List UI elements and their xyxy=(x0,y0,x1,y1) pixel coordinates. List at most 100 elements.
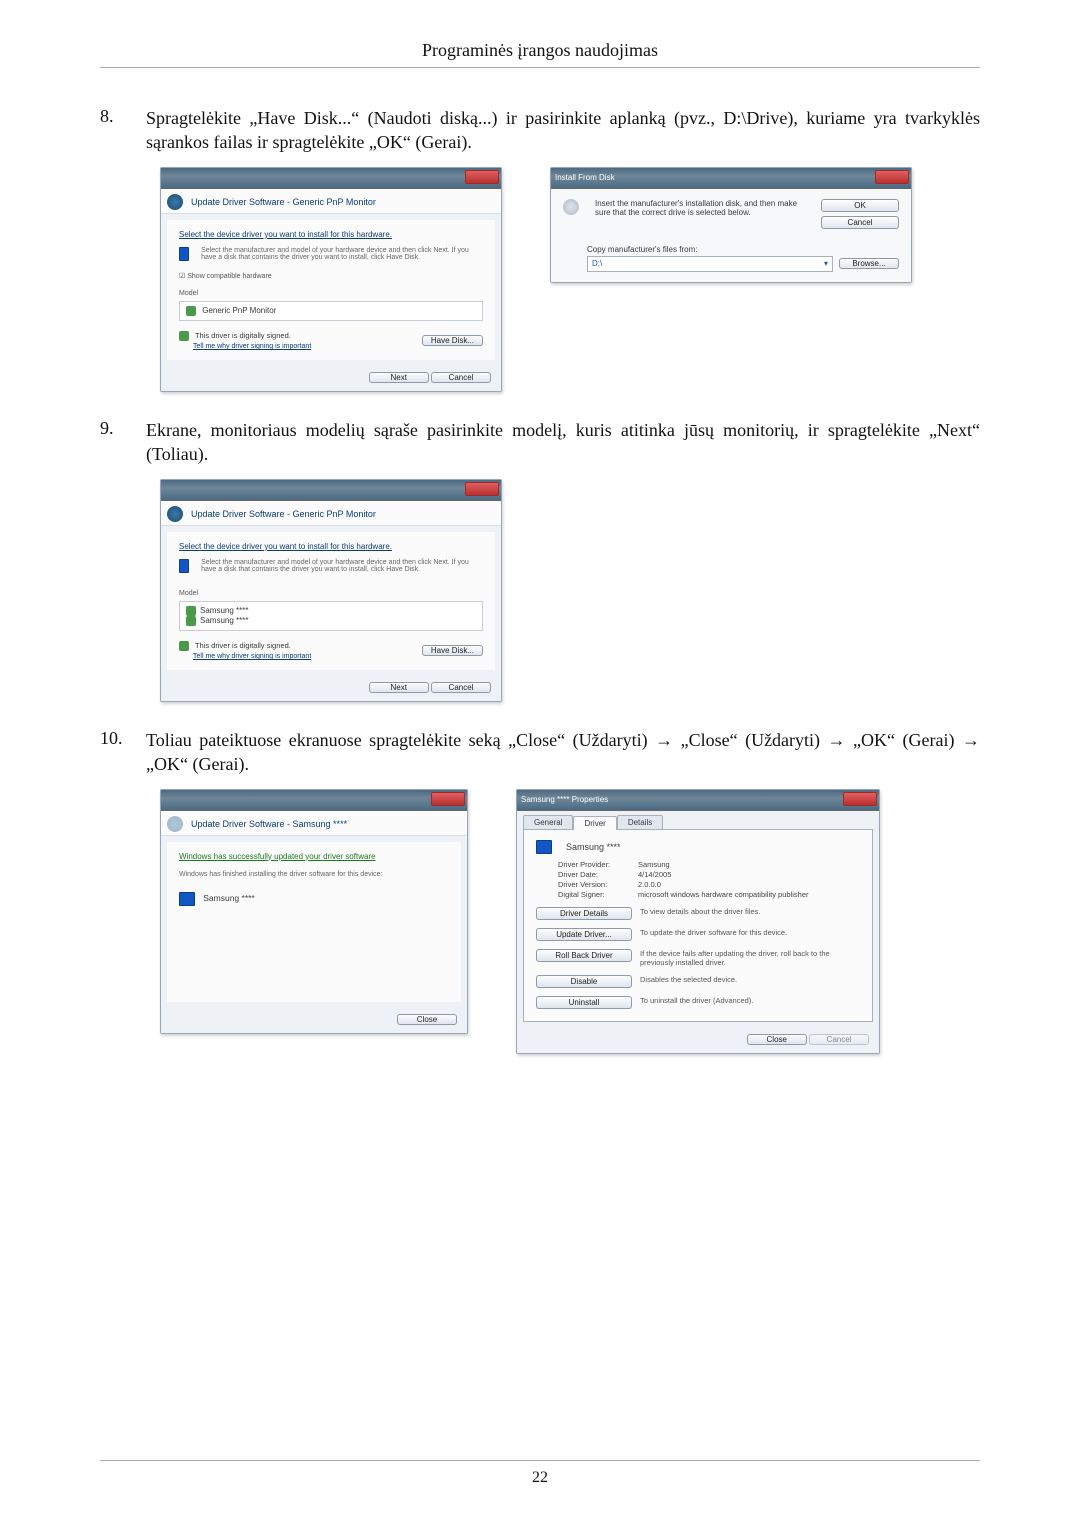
model-item[interactable]: Generic PnP Monitor xyxy=(202,306,276,315)
uninstall-desc: To uninstall the driver (Advanced). xyxy=(640,996,860,1005)
update-driver-desc: To update the driver software for this d… xyxy=(640,928,860,937)
have-disk-button[interactable]: Have Disk... xyxy=(422,335,483,346)
back-icon[interactable] xyxy=(167,816,183,832)
monitor-icon xyxy=(179,247,189,261)
cancel-button[interactable]: Cancel xyxy=(431,372,491,383)
model-list[interactable]: Samsung **** Samsung **** xyxy=(179,601,483,631)
close-icon[interactable] xyxy=(843,792,877,806)
model-item-2[interactable]: Samsung **** xyxy=(200,616,248,625)
update-driver-success: Update Driver Software - Samsung **** Wi… xyxy=(160,789,468,1034)
tab-general[interactable]: General xyxy=(523,815,573,829)
prop-signer-k: Digital Signer: xyxy=(558,890,638,899)
window-chrome: Install From Disk xyxy=(551,168,911,189)
model-item-1[interactable]: Samsung **** xyxy=(200,606,248,615)
tab-details[interactable]: Details xyxy=(617,815,663,829)
model-header: Model xyxy=(179,290,483,297)
back-icon[interactable] xyxy=(167,506,183,522)
step-9: 9. Ekrane, monitoriaus modelių sąraše pa… xyxy=(100,418,980,467)
path-input[interactable]: D:\ ▾ xyxy=(587,256,833,272)
window-chrome xyxy=(161,168,501,189)
step-8-num: 8. xyxy=(100,106,146,127)
window-chrome xyxy=(161,790,467,811)
close-icon[interactable] xyxy=(875,170,909,184)
signing-link[interactable]: Tell me why driver signing is important xyxy=(179,343,311,350)
shield-icon xyxy=(186,606,196,616)
prop-ver-k: Driver Version: xyxy=(558,880,638,889)
chevron-down-icon[interactable]: ▾ xyxy=(824,259,828,268)
dialog-title: Samsung **** Properties xyxy=(521,795,608,804)
prop-date-k: Driver Date: xyxy=(558,870,638,879)
browse-button[interactable]: Browse... xyxy=(839,258,899,269)
wizard-title: Select the device driver you want to ins… xyxy=(179,542,483,551)
show-compatible-checkbox[interactable]: ☑ xyxy=(179,273,185,280)
back-icon[interactable] xyxy=(167,194,183,210)
tab-driver[interactable]: Driver xyxy=(573,816,616,830)
update-driver-button[interactable]: Update Driver... xyxy=(536,928,632,941)
cancel-button[interactable]: Cancel xyxy=(431,682,491,693)
signed-text: This driver is digitally signed. xyxy=(195,331,291,340)
dialog-title: Install From Disk xyxy=(555,173,615,182)
driver-details-button[interactable]: Driver Details xyxy=(536,907,632,920)
model-header: Model xyxy=(179,590,483,597)
disable-button[interactable]: Disable xyxy=(536,975,632,988)
disk-icon xyxy=(563,199,579,215)
cancel-button: Cancel xyxy=(809,1034,869,1045)
show-compatible-label: Show compatible hardware xyxy=(187,273,271,280)
shield-icon xyxy=(186,306,196,316)
page-header: Programinės įrangos naudojimas xyxy=(100,40,980,68)
monitor-properties: Samsung **** Properties General Driver D… xyxy=(516,789,880,1054)
path-value: D:\ xyxy=(592,259,602,268)
shield-icon xyxy=(186,616,196,626)
driver-details-desc: To view details about the driver files. xyxy=(640,907,860,916)
roll-back-desc: If the device fails after updating the d… xyxy=(640,949,860,967)
close-icon[interactable] xyxy=(465,482,499,496)
window-chrome xyxy=(161,480,501,501)
wizard-title: Select the device driver you want to ins… xyxy=(179,230,483,239)
close-button[interactable]: Close xyxy=(747,1034,807,1045)
step-9-num: 9. xyxy=(100,418,146,439)
success-sub: Windows has finished installing the driv… xyxy=(179,871,449,879)
close-button[interactable]: Close xyxy=(397,1014,457,1025)
copy-from-label: Copy manufacturer's files from: xyxy=(551,239,911,254)
step-10-num: 10. xyxy=(100,728,146,749)
wizard-breadcrumb: Update Driver Software - Samsung **** xyxy=(191,819,347,829)
wizard-breadcrumb: Update Driver Software - Generic PnP Mon… xyxy=(191,509,376,519)
prop-ver-v: 2.0.0.0 xyxy=(638,880,860,889)
next-button[interactable]: Next xyxy=(369,372,429,383)
monitor-icon xyxy=(179,559,189,573)
disable-desc: Disables the selected device. xyxy=(640,975,860,984)
close-icon[interactable] xyxy=(431,792,465,806)
update-driver-wizard-models: Update Driver Software - Generic PnP Mon… xyxy=(160,479,502,702)
cancel-button[interactable]: Cancel xyxy=(821,216,899,229)
signing-link[interactable]: Tell me why driver signing is important xyxy=(179,653,311,660)
prop-date-v: 4/14/2005 xyxy=(638,870,860,879)
ok-button[interactable]: OK xyxy=(821,199,899,212)
prop-provider-v: Samsung xyxy=(638,860,860,869)
step-8: 8. Spragtelėkite „Have Disk...“ (Naudoti… xyxy=(100,106,980,155)
close-icon[interactable] xyxy=(465,170,499,184)
page-number: 22 xyxy=(100,1460,980,1487)
window-chrome: Samsung **** Properties xyxy=(517,790,879,811)
wizard-breadcrumb: Update Driver Software - Generic PnP Mon… xyxy=(191,197,376,207)
step-10-text: Toliau pateiktuose ekranuose spragtelėki… xyxy=(146,728,980,777)
monitor-icon xyxy=(179,892,195,906)
roll-back-button[interactable]: Roll Back Driver xyxy=(536,949,632,962)
update-driver-wizard: Update Driver Software - Generic PnP Mon… xyxy=(160,167,502,392)
next-button[interactable]: Next xyxy=(369,682,429,693)
success-device: Samsung **** xyxy=(203,893,255,903)
step-10: 10. Toliau pateiktuose ekranuose spragte… xyxy=(100,728,980,777)
wizard-subtext: Select the manufacturer and model of you… xyxy=(201,247,483,262)
install-disk-msg: Insert the manufacturer's installation d… xyxy=(595,199,811,217)
model-list[interactable]: Generic PnP Monitor xyxy=(179,301,483,321)
success-title: Windows has successfully updated your dr… xyxy=(179,852,449,861)
monitor-icon xyxy=(536,840,552,854)
have-disk-button[interactable]: Have Disk... xyxy=(422,645,483,656)
install-from-disk-dialog: Install From Disk Insert the manufacture… xyxy=(550,167,912,283)
prop-device: Samsung **** xyxy=(566,842,621,852)
step-8-text: Spragtelėkite „Have Disk...“ (Naudoti di… xyxy=(146,106,980,155)
shield-icon xyxy=(179,641,189,651)
prop-signer-v: microsoft windows hardware compatibility… xyxy=(638,890,860,899)
prop-provider-k: Driver Provider: xyxy=(558,860,638,869)
shield-icon xyxy=(179,331,189,341)
uninstall-button[interactable]: Uninstall xyxy=(536,996,632,1009)
